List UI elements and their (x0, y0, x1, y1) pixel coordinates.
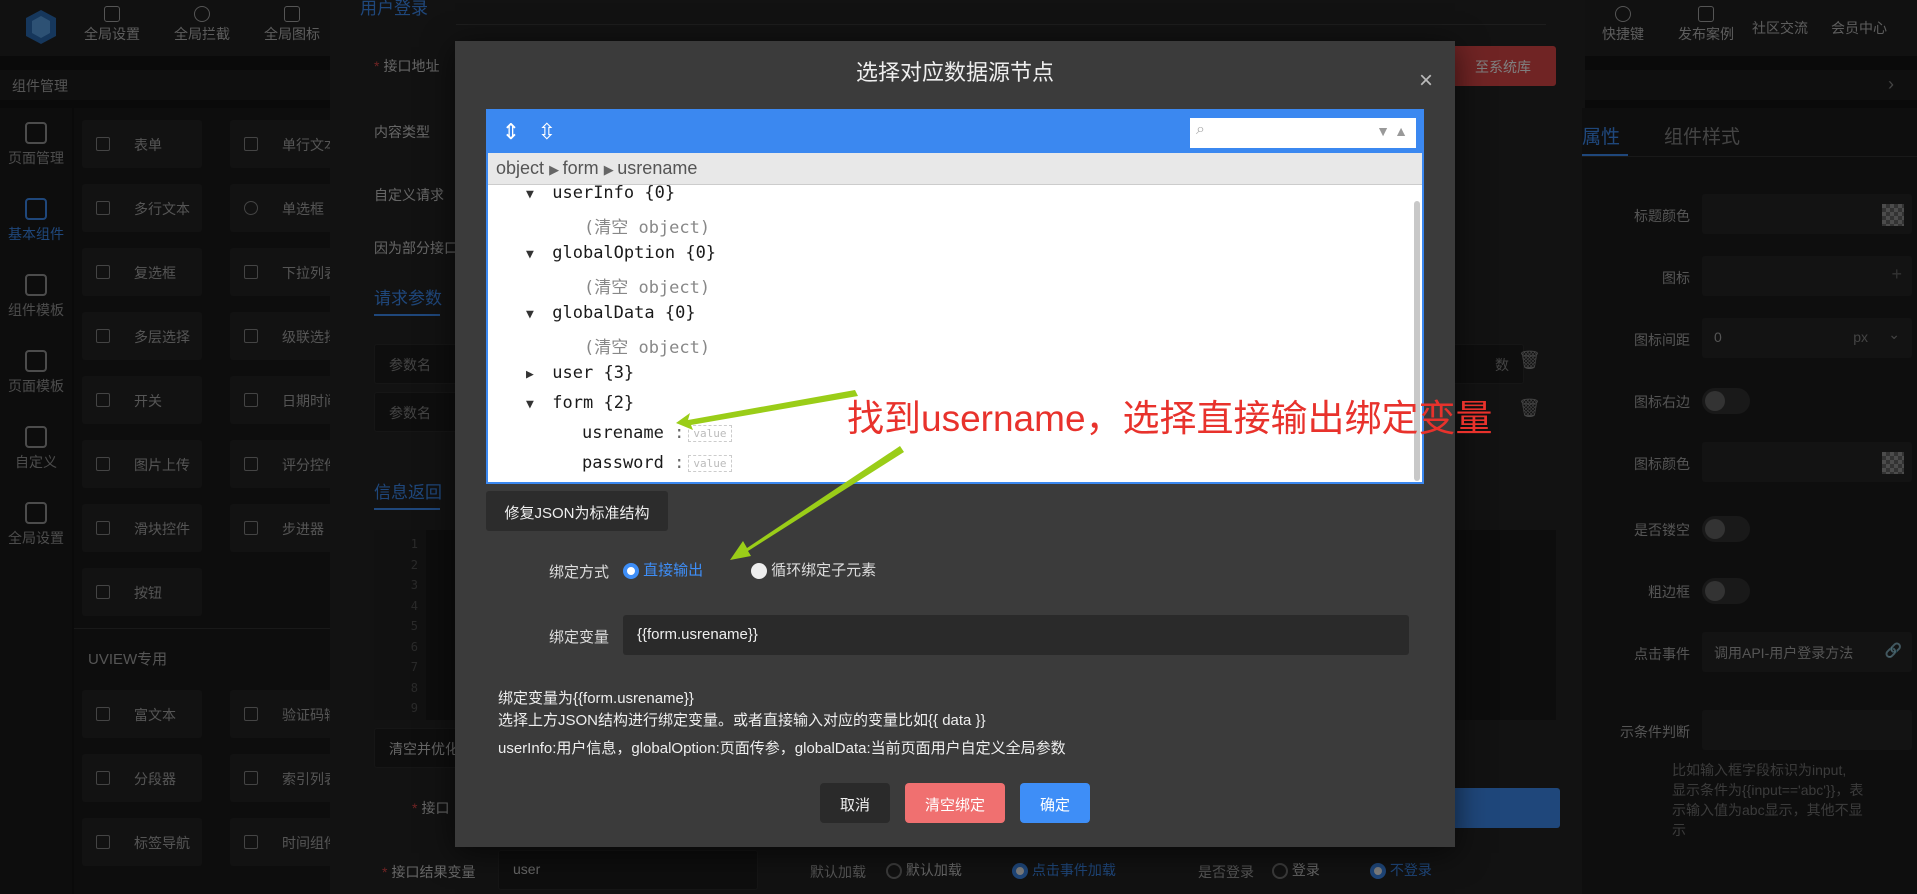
annotation-arrows (676, 390, 904, 560)
annotation-arrow-icon (676, 390, 858, 430)
annotation-text: 找到username，选择直接输出绑定变量 (847, 398, 1493, 439)
annotation-arrow-icon (730, 446, 904, 560)
